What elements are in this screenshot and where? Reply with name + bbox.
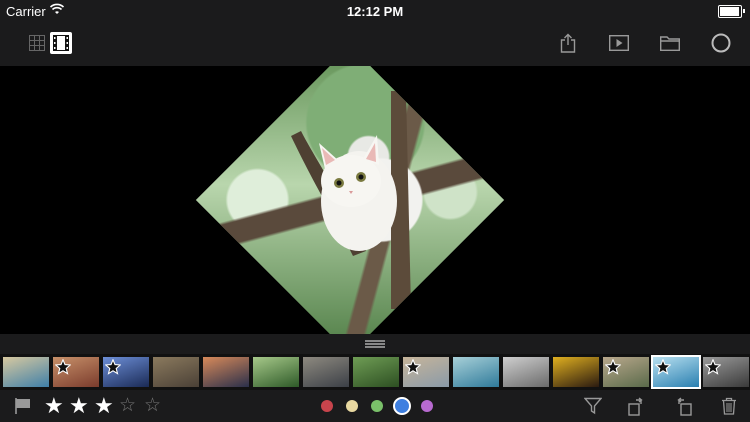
filmstrip-view-button[interactable] xyxy=(50,32,72,54)
filmstrip-thumbnail[interactable] xyxy=(3,357,49,387)
share-button[interactable] xyxy=(555,30,581,56)
filmstrip-thumbnail[interactable] xyxy=(703,357,749,387)
starred-badge-icon xyxy=(605,359,621,375)
filmstrip-thumbnail[interactable] xyxy=(203,357,249,387)
rotate-left-button[interactable] xyxy=(626,396,648,416)
filmstrip[interactable] xyxy=(0,354,750,390)
cat-illustration xyxy=(291,91,411,309)
share-icon xyxy=(560,33,576,53)
bottom-toolbar: ★ ★ ★ ☆ ☆ xyxy=(0,390,750,422)
filmstrip-view-icon xyxy=(53,35,69,51)
filmstrip-thumbnail[interactable] xyxy=(353,357,399,387)
circle-button[interactable] xyxy=(708,30,734,56)
filmstrip-thumbnail[interactable] xyxy=(651,355,701,389)
grip-icon xyxy=(365,340,385,342)
filmstrip-thumbnail[interactable] xyxy=(153,357,199,387)
status-bar: Carrier 12:12 PM xyxy=(0,0,750,22)
color-label-dot[interactable] xyxy=(421,400,433,412)
starred-badge-icon xyxy=(655,359,671,375)
delete-button[interactable] xyxy=(718,396,740,416)
folder-button[interactable] xyxy=(657,30,683,56)
star-empty-icon[interactable]: ☆ xyxy=(144,396,161,416)
star-empty-icon[interactable]: ☆ xyxy=(119,396,136,416)
filmstrip-thumbnail[interactable] xyxy=(303,357,349,387)
filmstrip-thumbnail[interactable] xyxy=(553,357,599,387)
color-label-dot[interactable] xyxy=(321,400,333,412)
color-label-dot[interactable] xyxy=(346,400,358,412)
filter-icon xyxy=(584,397,602,415)
star-filled-icon[interactable]: ★ xyxy=(94,395,114,417)
starred-badge-icon xyxy=(705,359,721,375)
grid-view-button[interactable] xyxy=(24,30,50,56)
starred-badge-icon xyxy=(405,359,421,375)
trash-icon xyxy=(722,397,736,415)
flag-button[interactable] xyxy=(12,396,34,416)
filmstrip-thumbnail[interactable] xyxy=(453,357,499,387)
filmstrip-thumbnail[interactable] xyxy=(253,357,299,387)
photo-viewer[interactable] xyxy=(0,66,750,334)
starred-badge-icon xyxy=(105,359,121,375)
filmstrip-thumbnail[interactable] xyxy=(403,357,449,387)
filmstrip-thumbnail[interactable] xyxy=(53,357,99,387)
circle-icon xyxy=(711,33,731,53)
filmstrip-thumbnail[interactable] xyxy=(103,357,149,387)
slideshow-button[interactable] xyxy=(606,30,632,56)
top-toolbar xyxy=(0,22,750,66)
filmstrip-thumbnail[interactable] xyxy=(503,357,549,387)
clock: 12:12 PM xyxy=(346,4,404,19)
rotate-right-icon xyxy=(677,397,692,416)
flag-icon xyxy=(15,398,30,414)
filmstrip-drag-handle[interactable] xyxy=(0,334,750,354)
battery-icon xyxy=(718,5,742,18)
rotate-right-button[interactable] xyxy=(672,396,694,416)
slideshow-play-icon xyxy=(609,35,629,51)
folder-icon xyxy=(660,36,680,51)
color-label-dot[interactable] xyxy=(371,400,383,412)
filmstrip-thumbnail[interactable] xyxy=(603,357,649,387)
star-filled-icon[interactable]: ★ xyxy=(69,395,89,417)
star-filled-icon[interactable]: ★ xyxy=(44,395,64,417)
rotate-left-icon xyxy=(628,397,643,416)
color-labels xyxy=(315,390,445,422)
cat-in-tree-photo[interactable] xyxy=(195,66,505,334)
filter-button[interactable] xyxy=(582,396,604,416)
grid-view-icon xyxy=(29,35,45,51)
color-label-dot[interactable] xyxy=(393,397,411,415)
starred-badge-icon xyxy=(55,359,71,375)
